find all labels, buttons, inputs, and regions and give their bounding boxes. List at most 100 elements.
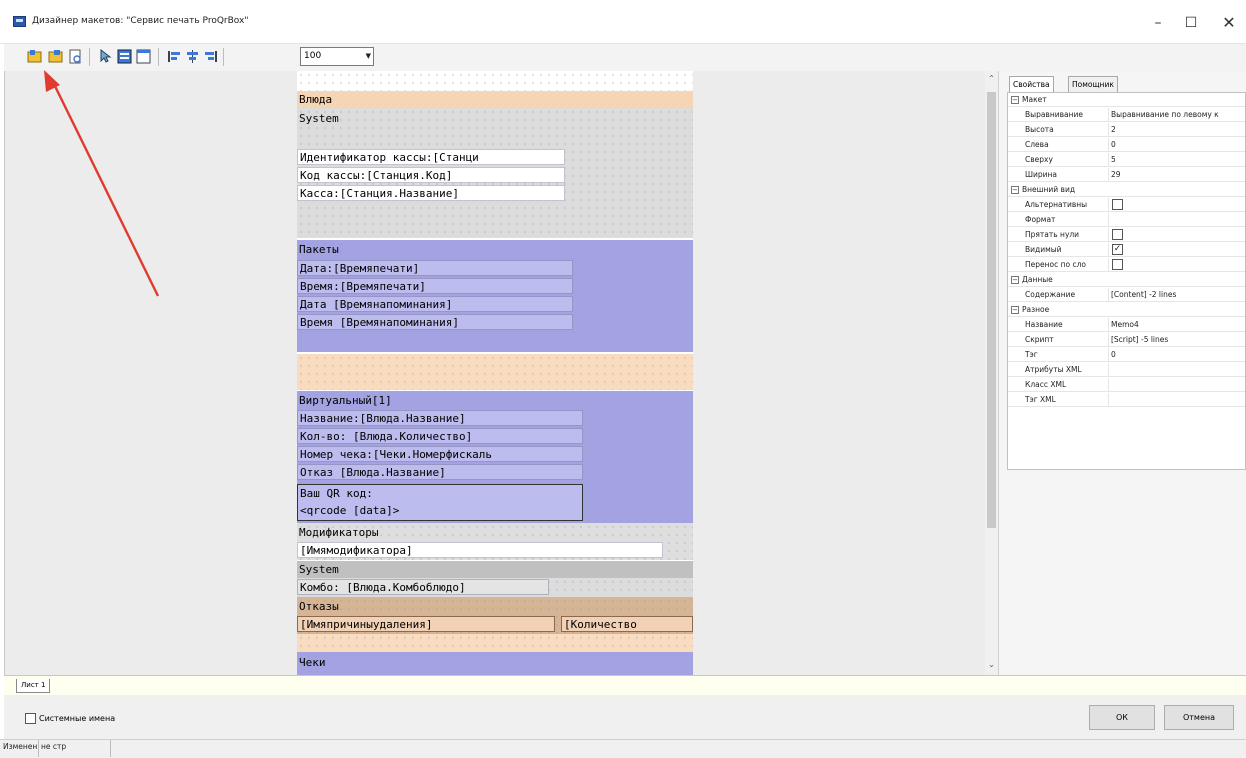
property-value[interactable]: 5 [1108,153,1245,167]
property-row[interactable]: Содержание [Content] -2 lines [1008,288,1245,302]
property-row[interactable]: Тэг XML [1008,393,1245,407]
property-value[interactable] [1108,213,1245,227]
band-icon[interactable] [116,48,133,65]
ok-button[interactable]: ОК [1089,705,1155,730]
tab-properties[interactable]: Свойства [1009,76,1054,92]
memo-field[interactable]: Отказ [Влюда.Название] [297,464,583,480]
property-value[interactable] [1108,378,1245,392]
property-value[interactable]: 2 [1108,123,1245,137]
property-value[interactable] [1108,363,1245,377]
zoom-select[interactable]: 100 ▼ [300,47,374,66]
band-caption: Виртуальный[1] [299,394,392,407]
collapse-icon[interactable]: − [1011,306,1019,314]
property-value[interactable] [1108,228,1245,242]
sheet-tab-bar [4,675,1246,695]
memo-field[interactable]: Кол-во: [Влюда.Количество] [297,428,583,444]
property-value[interactable] [1108,258,1245,272]
preview-icon[interactable] [67,48,84,65]
select-pointer-icon[interactable] [97,48,114,65]
property-name: Скрипт [1025,335,1054,344]
property-value[interactable]: [Content] -2 lines [1108,288,1245,302]
property-value[interactable] [1108,198,1245,212]
checkbox-empty-icon[interactable] [1112,199,1123,210]
align-left-icon[interactable] [166,48,183,65]
checkbox-empty-icon[interactable] [1112,229,1123,240]
memo-field[interactable]: Дата:[Времяпечати] [297,260,573,276]
collapse-icon[interactable]: − [1011,186,1019,194]
property-row[interactable]: Класс XML [1008,378,1245,392]
property-category[interactable]: − Разное [1008,303,1245,317]
collapse-icon[interactable]: − [1011,276,1019,284]
property-category[interactable]: − Внешний вид [1008,183,1245,197]
align-right-icon[interactable] [202,48,219,65]
property-row[interactable]: Прятать нули [1008,228,1245,242]
property-name: Тэг [1025,350,1038,359]
property-name: Слева [1025,140,1049,149]
zoom-value: 100 [304,51,322,61]
property-value[interactable]: [Script] -5 lines [1108,333,1245,347]
memo-field[interactable]: Номер чека:[Чеки.Номерфискаль [297,446,583,462]
report-page[interactable]: Влюда System Идентификатор кассы:[Станци… [297,71,693,675]
property-category[interactable]: − Данные [1008,273,1245,287]
property-value[interactable]: ✓ [1108,243,1245,257]
category-label: Данные [1022,275,1053,284]
memo-field[interactable]: Название:[Влюда.Название] [297,410,583,426]
property-row[interactable]: Скрипт [Script] -5 lines [1008,333,1245,347]
property-row[interactable]: Сверху 5 [1008,153,1245,167]
qr-memo-field[interactable]: Ваш QR код: <qrcode [data]> [297,484,583,521]
band-spacer[interactable] [297,354,693,390]
scrollbar-thumb[interactable] [987,92,996,528]
memo-field[interactable]: [Имямодификатора] [297,542,663,558]
property-category[interactable]: − Макет [1008,93,1245,107]
memo-field[interactable]: Касса:[Станция.Название] [297,185,565,201]
memo-field[interactable]: Идентификатор кассы:[Станци [297,149,565,165]
property-value[interactable]: 29 [1108,168,1245,182]
property-row[interactable]: Формат [1008,213,1245,227]
property-row[interactable]: Тэг 0 [1008,348,1245,362]
cancel-button[interactable]: Отмена [1164,705,1234,730]
scroll-up-icon[interactable]: ⌃ [986,74,997,83]
property-name: Высота [1025,125,1054,134]
tab-helper[interactable]: Помощник [1068,76,1118,92]
close-icon[interactable]: ✕ [1206,8,1246,38]
property-name: Класс XML [1025,380,1067,389]
memo-field[interactable]: [Имяпричиныудаления] [297,616,555,632]
property-value[interactable]: 0 [1108,138,1245,152]
memo-field[interactable]: [Количество [561,616,693,632]
system-names-label: Системные имена [39,714,116,723]
property-row[interactable]: Ширина 29 [1008,168,1245,182]
band-spacer[interactable] [297,634,693,652]
memo-field[interactable]: Время [Времянапоминания] [297,314,573,330]
property-row[interactable]: Название Memo4 [1008,318,1245,332]
property-row[interactable]: Видимый ✓ [1008,243,1245,257]
property-value[interactable]: 0 [1108,348,1245,362]
property-row[interactable]: Слева 0 [1008,138,1245,152]
new-page-icon[interactable] [26,48,43,65]
scroll-down-icon[interactable]: ⌄ [986,660,997,669]
property-row[interactable]: Альтернативны [1008,198,1245,212]
align-center-icon[interactable] [184,48,201,65]
tab-sheet-1[interactable]: Лист 1 [16,679,51,693]
checkbox-checked-icon[interactable]: ✓ [1112,244,1123,255]
checkbox-empty-icon[interactable] [1112,259,1123,270]
property-value[interactable]: Memo4 [1108,318,1245,332]
property-row[interactable]: Выравнивание Выравнивание по левому к [1008,108,1245,122]
page-icon[interactable] [135,48,152,65]
memo-field[interactable]: Код кассы:[Станция.Код] [297,167,565,183]
memo-field[interactable]: Дата [Времянапоминания] [297,296,573,312]
toolbar: 100 ▼ [4,44,1246,71]
property-name: Выравнивание [1025,110,1084,119]
collapse-icon[interactable]: − [1011,96,1019,104]
new-dialog-icon[interactable] [47,48,64,65]
band-caption[interactable]: System [297,561,693,578]
memo-field[interactable]: Время:[Времяпечати] [297,278,573,294]
checkbox-box[interactable] [25,713,36,724]
memo-field[interactable]: Комбо: [Влюда.Комбоблюдо] [297,579,549,595]
band-caption[interactable]: Влюда [297,91,693,108]
property-row[interactable]: Атрибуты XML [1008,363,1245,377]
system-names-checkbox[interactable]: Системные имена [25,713,115,724]
property-row[interactable]: Высота 2 [1008,123,1245,137]
property-value[interactable] [1108,393,1245,407]
property-value[interactable]: Выравнивание по левому к [1108,108,1245,122]
property-row[interactable]: Перенос по сло [1008,258,1245,272]
